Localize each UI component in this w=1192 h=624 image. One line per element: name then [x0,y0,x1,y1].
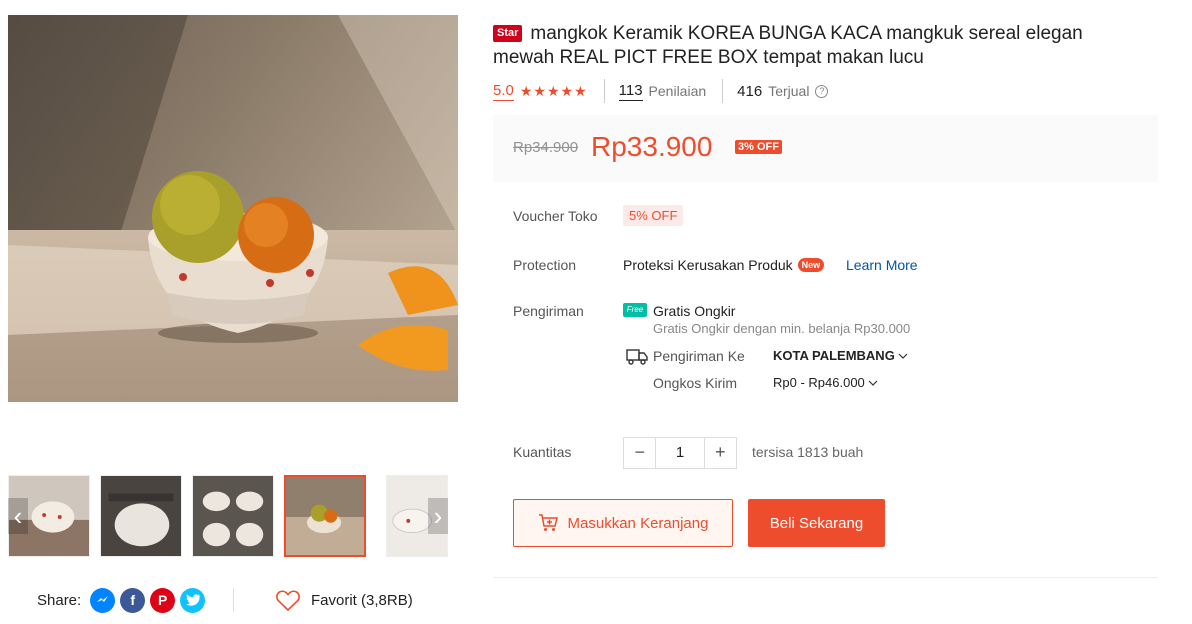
product-title-text: mangkok Keramik KOREA BUNGA KACA mangkuk… [493,23,1083,68]
quantity-stepper: − 1 + [623,437,737,469]
heart-icon [276,590,300,611]
voucher-label: Voucher Toko [513,208,598,224]
free-shipping-subtitle: Gratis Ongkir dengan min. belanja Rp30.0… [653,321,911,336]
sold-count: 416 [737,82,763,100]
current-price: Rp33.900 [591,131,713,162]
quantity-decrease-button[interactable]: − [624,438,655,468]
quantity-increase-button[interactable]: + [705,438,736,468]
thumbnail-strip: ‹ › [8,475,448,557]
sold-label: Terjual [768,83,810,99]
quantity-label: Kuantitas [513,444,572,460]
free-shipping-icon: Free [623,303,647,317]
thumb-bowl-oranges[interactable] [284,475,366,557]
thumbnail-prev-arrow[interactable]: ‹ [8,498,28,534]
ship-to-value: KOTA PALEMBANG [773,348,895,363]
add-to-cart-button[interactable]: Masukkan Keranjang [513,499,733,547]
favorite-button[interactable]: Favorit (3,8RB) [276,587,413,613]
review-label: Penilaian [648,83,707,99]
truck-icon [626,349,648,365]
quantity-input[interactable]: 1 [655,438,705,468]
protection-label: Protection [513,257,577,273]
twitter-icon[interactable] [180,587,206,613]
star-seller-badge: Star [493,25,523,42]
discount-badge: 3% OFF [735,140,782,154]
free-shipping-title: Gratis Ongkir [653,303,736,319]
rating-value[interactable]: 5.0 [493,82,514,101]
learn-more-link[interactable]: Learn More [846,257,918,273]
product-title: Star mangkok Keramik KOREA BUNGA KACA man… [493,22,1133,70]
pinterest-icon[interactable]: P [150,587,176,613]
original-price: Rp34.900 [513,139,579,156]
shipping-cost-dropdown[interactable]: Rp0 - Rp46.000 [773,375,878,390]
stock-remaining: tersisa 1813 buah [752,444,864,460]
cart-icon [538,514,558,531]
help-icon[interactable]: ? [815,84,829,98]
ship-to-dropdown[interactable]: KOTA PALEMBANG [773,348,908,363]
messenger-icon[interactable] [90,587,116,613]
thumbnail-next-arrow[interactable]: › [428,498,448,534]
protection-text: Proteksi Kerusakan Produk [623,257,793,273]
shipping-label: Pengiriman [513,303,584,319]
rating-divider [603,79,605,103]
thumb-bowl-set[interactable] [192,475,274,557]
thumb-bowl-real-owner[interactable] [100,475,182,557]
voucher-tag[interactable]: 5% OFF [623,205,684,226]
facebook-icon[interactable]: f [120,587,146,613]
add-to-cart-label: Masukkan Keranjang [567,514,709,532]
price-box: Rp34.900 Rp33.900 3% OFF [493,115,1158,182]
share-row: Share: f P [37,586,206,614]
shipping-cost-label: Ongkos Kirim [653,375,738,391]
share-divider [233,588,234,612]
rating-stars-icon: ★★★★★ [519,82,588,99]
protection-info: Proteksi Kerusakan Produk New [623,257,825,273]
section-divider [493,577,1158,578]
ship-to-label: Pengiriman Ke [653,348,745,364]
sold-divider [722,79,724,103]
favorite-label: Favorit (3,8RB) [311,591,413,609]
rating-row: 5.0 ★★★★★ 113 Penilaian 416 Terjual ? [493,79,829,103]
new-badge: New [797,258,825,272]
chevron-down-icon [899,353,908,359]
buy-now-label: Beli Sekarang [769,514,864,532]
buy-now-button[interactable]: Beli Sekarang [748,499,885,547]
review-count[interactable]: 113 [618,82,643,101]
chevron-down-icon [868,380,878,386]
shipping-cost-value: Rp0 - Rp46.000 [773,375,865,390]
share-label: Share: [37,591,82,609]
main-product-image[interactable] [8,15,458,402]
